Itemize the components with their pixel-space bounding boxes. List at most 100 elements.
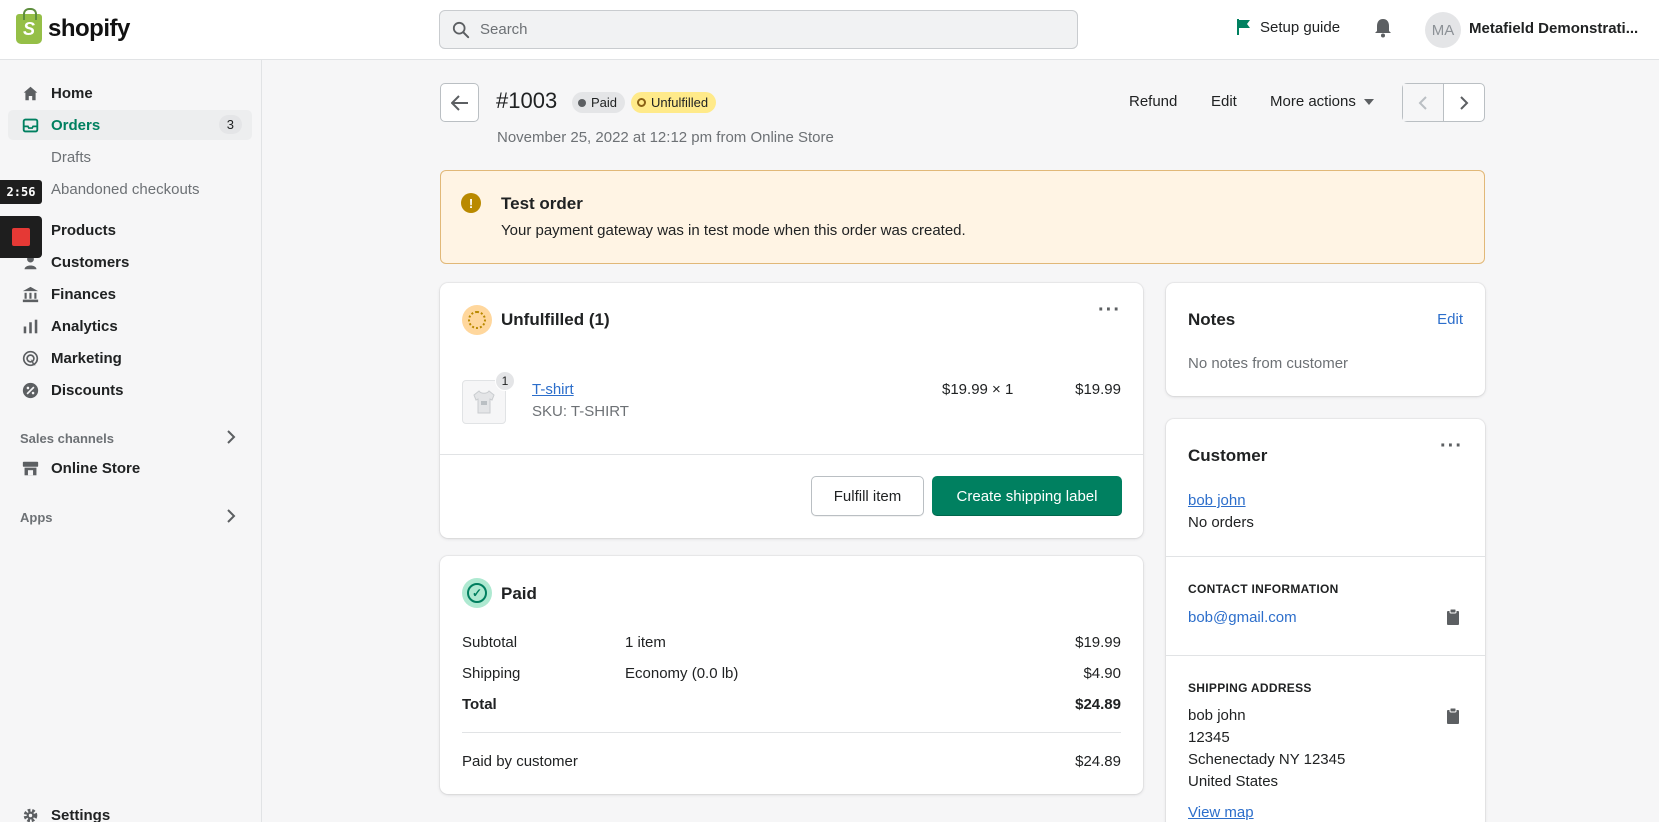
paid-card: ✓ Paid Subtotal 1 item $19.99 Shipping E… [440, 556, 1143, 794]
chevron-right-icon[interactable] [226, 509, 236, 523]
notes-empty-text: No notes from customer [1188, 355, 1349, 372]
row-amount: $24.89 [1075, 696, 1121, 713]
caret-down-icon [1363, 98, 1374, 105]
fulfill-item-button[interactable]: Fulfill item [811, 476, 924, 516]
sidebar-item-home[interactable]: Home [8, 78, 252, 108]
sidebar: Home Orders 3 Drafts Abandoned checkouts… [0, 60, 262, 822]
divider [1166, 556, 1485, 557]
customer-name-link[interactable]: bob john [1188, 492, 1246, 509]
order-pagination [1402, 83, 1485, 122]
search-input[interactable] [480, 11, 1070, 48]
chevron-right-icon[interactable] [226, 430, 236, 444]
store-icon [22, 461, 39, 476]
sales-channels-heading[interactable]: Sales channels [20, 431, 114, 446]
gear-icon [23, 808, 38, 822]
row-label: Subtotal [462, 634, 518, 651]
sidebar-item-online-store[interactable]: Online Store [8, 453, 252, 483]
status-ring-icon [637, 98, 646, 107]
more-options-icon[interactable]: ··· [1098, 299, 1121, 322]
row-label: Shipping [462, 665, 521, 682]
customer-orders: No orders [1188, 514, 1254, 531]
tshirt-icon [473, 390, 495, 414]
address-line: Schenectady NY 12345 [1188, 751, 1346, 768]
shipping-address-heading: SHIPPING ADDRESS [1188, 681, 1312, 695]
next-order-button[interactable] [1444, 84, 1485, 121]
paid-by-row: Paid by customer $24.89 [462, 753, 1121, 773]
shipping-row: Shipping Economy (0.0 lb) $4.90 [462, 665, 1121, 685]
item-price-qty: $19.99 × 1 [942, 381, 1014, 398]
banner-title: Test order [501, 194, 583, 213]
sidebar-item-drafts[interactable]: Drafts [8, 142, 252, 172]
notes-card: Notes Edit No notes from customer [1166, 283, 1485, 396]
clipboard-icon[interactable] [1446, 608, 1460, 626]
setup-guide-button[interactable]: Setup guide [1236, 18, 1340, 36]
product-link[interactable]: T-shirt [532, 381, 574, 398]
banner-text: Your payment gateway was in test mode wh… [501, 222, 966, 239]
sidebar-item-products[interactable]: Products [8, 215, 252, 245]
sidebar-item-label: Drafts [51, 148, 92, 166]
clipboard-icon[interactable] [1446, 707, 1460, 725]
refund-button[interactable]: Refund [1129, 93, 1177, 110]
customer-email-link[interactable]: bob@gmail.com [1188, 609, 1297, 626]
bank-icon [22, 286, 39, 303]
more-actions-button[interactable]: More actions [1270, 93, 1374, 110]
quantity-badge: 1 [495, 371, 515, 391]
sidebar-item-marketing[interactable]: Marketing [8, 343, 252, 373]
sidebar-item-label: Customers [51, 253, 130, 271]
row-label: Paid by customer [462, 753, 578, 770]
recording-timer: 2:56 [0, 180, 42, 204]
unfulfilled-title: Unfulfilled (1) [501, 310, 610, 329]
view-map-link[interactable]: View map [1188, 804, 1254, 821]
address-line: bob john [1188, 707, 1246, 724]
apps-heading[interactable]: Apps [20, 510, 53, 525]
search-bar[interactable] [439, 10, 1078, 49]
store-name[interactable]: Metafield Demonstrati... [1469, 20, 1644, 37]
fulfillment-status-label: Unfulfilled [651, 95, 709, 110]
shopify-logo[interactable]: S shopify [16, 8, 130, 44]
previous-order-button[interactable] [1403, 84, 1444, 121]
create-shipping-label-button[interactable]: Create shipping label [932, 476, 1122, 516]
sidebar-item-settings[interactable]: Settings [8, 800, 252, 822]
row-amount: $19.99 [1075, 634, 1121, 651]
bell-icon [1375, 19, 1391, 38]
sidebar-item-label: Finances [51, 285, 117, 303]
sidebar-item-label: Abandoned checkouts [51, 180, 200, 198]
avatar[interactable]: MA [1425, 12, 1461, 48]
unfulfilled-status-icon [462, 305, 492, 335]
edit-order-button[interactable]: Edit [1211, 93, 1237, 110]
stop-recording-button[interactable] [0, 216, 42, 258]
sidebar-item-discounts[interactable]: Discounts [8, 375, 252, 405]
sidebar-item-finances[interactable]: Finances [8, 279, 252, 309]
orders-icon [22, 118, 39, 133]
page-title: #1003 [496, 88, 558, 113]
sidebar-item-label: Marketing [51, 349, 122, 367]
setup-guide-label: Setup guide [1260, 18, 1341, 36]
more-actions-label: More actions [1270, 93, 1356, 110]
notifications-button[interactable] [1374, 18, 1392, 42]
back-button[interactable] [440, 83, 479, 122]
chevron-right-icon [1460, 95, 1469, 110]
status-dot-icon [578, 98, 586, 107]
orders-count-badge: 3 [218, 115, 242, 134]
order-date: November 25, 2022 at 12:12 pm from Onlin… [497, 129, 834, 146]
unfulfilled-card: Unfulfilled (1) ··· 1 T-shirt SKU: T-SHI… [440, 283, 1143, 538]
top-bar: S shopify Setup guide MA Metafield Demon… [0, 0, 1659, 60]
payment-status-label: Paid [591, 95, 618, 110]
product-sku: SKU: T-SHIRT [532, 403, 629, 420]
search-icon [452, 21, 470, 39]
customer-card: Customer ··· bob john No orders CONTACT … [1166, 419, 1485, 822]
sidebar-item-customers[interactable]: Customers [8, 247, 252, 277]
edit-notes-link[interactable]: Edit [1437, 311, 1463, 328]
sidebar-item-abandoned-checkouts[interactable]: Abandoned checkouts [8, 174, 252, 204]
sidebar-item-analytics[interactable]: Analytics [8, 311, 252, 341]
sidebar-item-label: Settings [51, 806, 111, 822]
sidebar-item-orders[interactable]: Orders 3 [8, 110, 252, 140]
chevron-left-icon [1418, 95, 1427, 110]
warning-icon: ! [461, 193, 481, 213]
checkmark-icon: ✓ [467, 583, 487, 603]
test-order-banner: ! Test order Your payment gateway was in… [440, 170, 1485, 264]
more-options-icon[interactable]: ··· [1440, 435, 1463, 458]
divider [440, 454, 1143, 455]
payment-status-badge: Paid [572, 92, 626, 113]
contact-heading: CONTACT INFORMATION [1188, 582, 1339, 596]
